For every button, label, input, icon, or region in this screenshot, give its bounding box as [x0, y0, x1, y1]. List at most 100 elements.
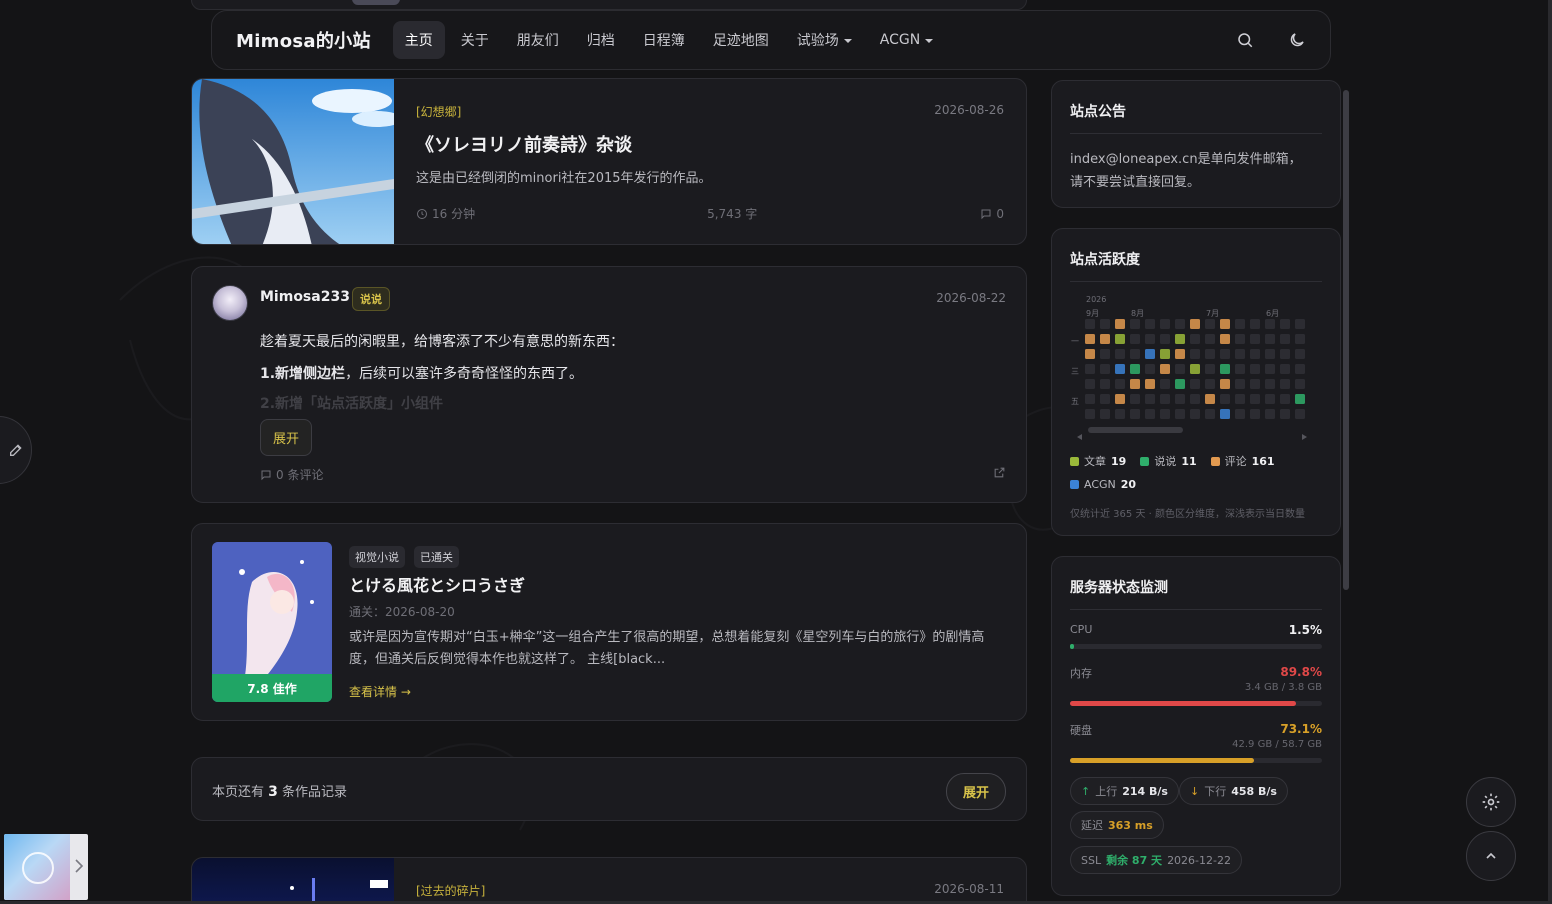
heatmap-cell[interactable]	[1280, 319, 1290, 329]
heatmap-cell[interactable]	[1085, 349, 1095, 359]
heatmap-cell[interactable]	[1130, 379, 1140, 389]
heatmap-cell[interactable]	[1175, 364, 1185, 374]
heatmap-cell[interactable]	[1085, 394, 1095, 404]
heatmap-cell[interactable]	[1130, 394, 1140, 404]
heatmap-cell[interactable]	[1235, 364, 1245, 374]
heatmap-cell[interactable]	[1100, 334, 1110, 344]
heatmap-cell[interactable]	[1295, 394, 1305, 404]
heatmap-cell[interactable]	[1130, 349, 1140, 359]
heatmap-cell[interactable]	[1130, 364, 1140, 374]
moment-expand-button[interactable]: 展开	[260, 419, 313, 456]
heatmap-cell[interactable]	[1235, 349, 1245, 359]
nav-item-home[interactable]: 主页	[392, 21, 445, 59]
heatmap-cell[interactable]	[1220, 379, 1230, 389]
heatmap-cell[interactable]	[1160, 334, 1170, 344]
heatmap-cell[interactable]	[1145, 379, 1155, 389]
nav-item-friends[interactable]: 朋友们	[505, 21, 571, 59]
avatar[interactable]	[212, 285, 248, 321]
heatmap-cell[interactable]	[1085, 379, 1095, 389]
heatmap-scrollbar[interactable]	[1076, 426, 1308, 440]
album-art[interactable]	[4, 834, 70, 900]
heatmap-cell[interactable]	[1235, 319, 1245, 329]
heatmap-cell[interactable]	[1175, 319, 1185, 329]
heatmap-cell[interactable]	[1250, 349, 1260, 359]
vn-details-link[interactable]: 查看详情 →	[349, 683, 411, 700]
heatmap-cell[interactable]	[1175, 394, 1185, 404]
site-brand[interactable]: Mimosa的小站	[236, 27, 371, 53]
heatmap-cell[interactable]	[1160, 379, 1170, 389]
heatmap-cell[interactable]	[1295, 409, 1305, 419]
heatmap-cell[interactable]	[1115, 409, 1125, 419]
heatmap-cell[interactable]	[1175, 349, 1185, 359]
heatmap-cell[interactable]	[1115, 364, 1125, 374]
heatmap-cell[interactable]	[1145, 319, 1155, 329]
heatmap-cell[interactable]	[1205, 394, 1215, 404]
heatmap-cell[interactable]	[1280, 349, 1290, 359]
heatmap-cell[interactable]	[1295, 364, 1305, 374]
heatmap-cell[interactable]	[1220, 364, 1230, 374]
heatmap-cell[interactable]	[1175, 379, 1185, 389]
heatmap-cell[interactable]	[1190, 319, 1200, 329]
left-edit-tab[interactable]	[0, 416, 32, 484]
post-thumbnail[interactable]	[192, 858, 394, 904]
heatmap-cell[interactable]	[1190, 394, 1200, 404]
heatmap-cell[interactable]	[1280, 364, 1290, 374]
sidebar-scrollbar[interactable]	[1343, 82, 1349, 872]
heatmap-cell[interactable]	[1265, 319, 1275, 329]
heatmap-cell[interactable]	[1220, 319, 1230, 329]
heatmap-cell[interactable]	[1205, 319, 1215, 329]
heatmap-cell[interactable]	[1190, 409, 1200, 419]
heatmap-cell[interactable]	[1190, 379, 1200, 389]
nav-item-about[interactable]: 关于	[449, 21, 501, 59]
external-link-icon[interactable]	[993, 466, 1006, 479]
music-player-mini[interactable]	[4, 834, 88, 900]
heatmap-cell[interactable]	[1175, 409, 1185, 419]
heatmap-cell[interactable]	[1130, 334, 1140, 344]
heatmap-cell[interactable]	[1295, 349, 1305, 359]
moment-comments-link[interactable]: 0 条评论	[260, 466, 323, 483]
heatmap-cell[interactable]	[1280, 334, 1290, 344]
post-category[interactable]: [幻想郷]	[416, 103, 461, 120]
heatmap-cell[interactable]	[1235, 334, 1245, 344]
heatmap-cell[interactable]	[1280, 394, 1290, 404]
vn-title[interactable]: とける風花とシロうさぎ	[349, 572, 525, 596]
heatmap-cell[interactable]	[1160, 319, 1170, 329]
heatmap-cell[interactable]	[1250, 394, 1260, 404]
heatmap-cell[interactable]	[1280, 409, 1290, 419]
nav-item-footprint-map[interactable]: 足迹地图	[701, 21, 781, 59]
post-card[interactable]: [过去的碎片] 2026-08-11	[191, 857, 1027, 904]
heatmap-cell[interactable]	[1145, 364, 1155, 374]
heatmap-cell[interactable]	[1265, 364, 1275, 374]
settings-button[interactable]	[1466, 777, 1516, 827]
post-category[interactable]: [过去的碎片]	[416, 882, 485, 899]
heatmap-cell[interactable]	[1295, 319, 1305, 329]
heatmap-cell[interactable]	[1220, 394, 1230, 404]
heatmap-cell[interactable]	[1145, 334, 1155, 344]
back-to-top-button[interactable]	[1466, 831, 1516, 881]
heatmap-cell[interactable]	[1190, 349, 1200, 359]
vn-cover[interactable]: 7.8 佳作	[212, 542, 332, 702]
heatmap-cell[interactable]	[1190, 364, 1200, 374]
heatmap-cell[interactable]	[1145, 349, 1155, 359]
heatmap-cell[interactable]	[1220, 349, 1230, 359]
expand-records-button[interactable]: 展开	[945, 773, 1006, 810]
heatmap-cell[interactable]	[1265, 334, 1275, 344]
heatmap-cell[interactable]	[1265, 379, 1275, 389]
heatmap-cell[interactable]	[1235, 394, 1245, 404]
heatmap-cell[interactable]	[1100, 379, 1110, 389]
heatmap-cell[interactable]	[1205, 409, 1215, 419]
heatmap-cell[interactable]	[1115, 334, 1125, 344]
heatmap-cell[interactable]	[1220, 334, 1230, 344]
heatmap-cell[interactable]	[1235, 379, 1245, 389]
heatmap-cell[interactable]	[1265, 349, 1275, 359]
heatmap-cell[interactable]	[1115, 379, 1125, 389]
heatmap-cell[interactable]	[1115, 319, 1125, 329]
heatmap-cell[interactable]	[1160, 394, 1170, 404]
heatmap-cell[interactable]	[1265, 409, 1275, 419]
moon-icon[interactable]	[1288, 31, 1306, 49]
nav-item-acgn-dropdown[interactable]: ACGN	[868, 23, 945, 57]
vn-tag[interactable]: 已通关	[414, 546, 459, 568]
heatmap-cell[interactable]	[1085, 409, 1095, 419]
activity-heatmap[interactable]	[1085, 319, 1325, 423]
heatmap-cell[interactable]	[1130, 409, 1140, 419]
